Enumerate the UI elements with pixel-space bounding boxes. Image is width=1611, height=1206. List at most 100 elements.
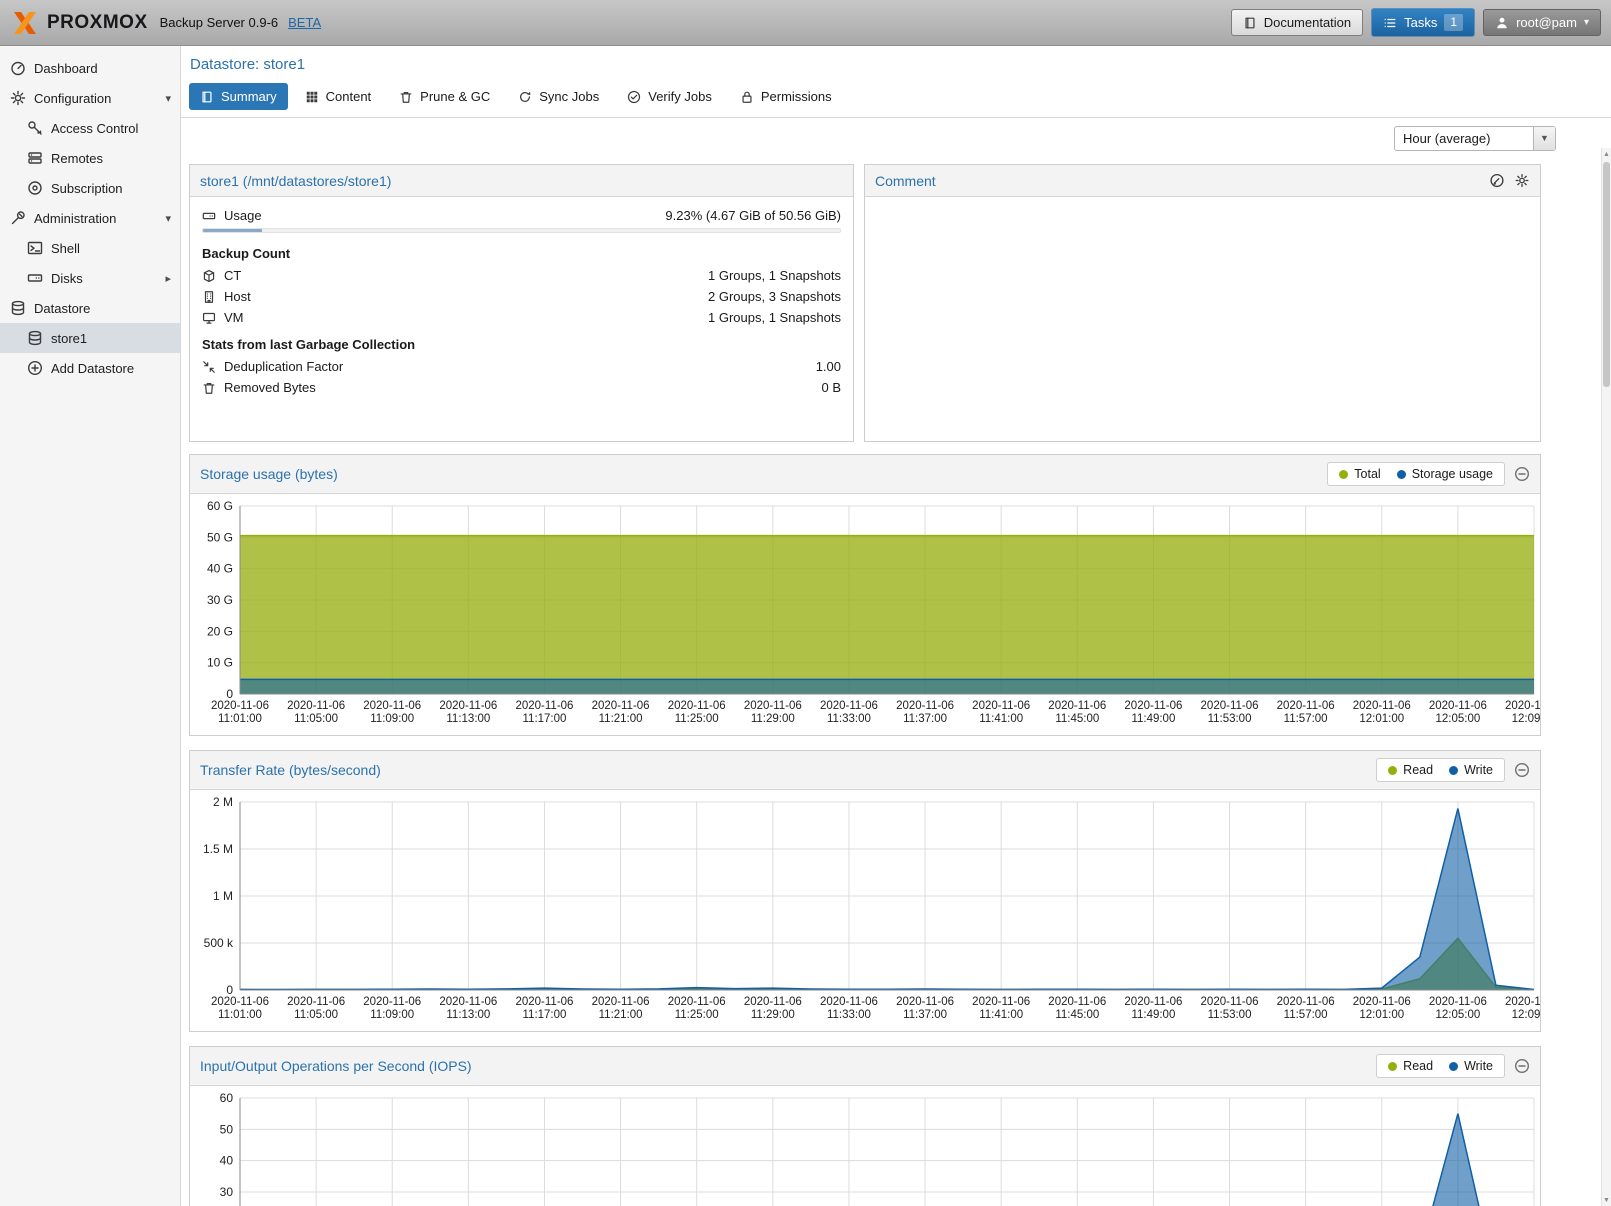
tab-content[interactable]: Content	[294, 83, 383, 110]
host-label: Host	[224, 289, 251, 304]
chart-legend: Read Write	[1376, 1054, 1505, 1078]
legend-item-read[interactable]: Read	[1388, 1059, 1433, 1073]
chart-plot: 0500 k1 M1.5 M2 M2020-11-0611:01:002020-…	[190, 790, 1540, 1031]
svg-text:11:29:00: 11:29:00	[751, 713, 795, 725]
documentation-button[interactable]: Documentation	[1231, 9, 1363, 36]
panel-body: Usage 9.23% (4.67 GiB of 50.56 GiB) Back…	[190, 197, 853, 406]
sidebar-item-disks[interactable]: Disks ▸	[0, 263, 180, 293]
svg-text:11:41:00: 11:41:00	[979, 713, 1023, 725]
tasks-button[interactable]: Tasks 1	[1371, 8, 1475, 37]
legend-item-write[interactable]: Write	[1449, 763, 1493, 777]
key-icon	[27, 120, 43, 136]
svg-text:2020-11-06: 2020-11-06	[439, 700, 497, 712]
svg-text:2020-11-06: 2020-11-06	[1429, 996, 1487, 1008]
legend-item-total[interactable]: Total	[1339, 467, 1380, 481]
svg-text:11:17:00: 11:17:00	[523, 1009, 567, 1021]
svg-text:11:13:00: 11:13:00	[446, 1009, 490, 1021]
svg-text:11:37:00: 11:37:00	[903, 1009, 947, 1021]
sidebar-item-access-control[interactable]: Access Control	[0, 113, 180, 143]
svg-text:11:09:00: 11:09:00	[370, 1009, 414, 1021]
sidebar-item-add-datastore[interactable]: Add Datastore	[0, 353, 180, 383]
timeframe-select[interactable]: Hour (average) ▼	[1394, 126, 1556, 151]
scroll-down-icon[interactable]: ▼	[1602, 1194, 1611, 1206]
vertical-scrollbar[interactable]: ▲ ▼	[1601, 148, 1611, 1206]
hdd-icon	[202, 209, 216, 223]
chart-toolbar: Hour (average) ▼	[181, 118, 1556, 158]
legend-item-write[interactable]: Write	[1449, 1059, 1493, 1073]
tab-label: Permissions	[761, 89, 832, 104]
svg-text:2020-11-06: 2020-11-06	[1201, 996, 1259, 1008]
comment-content[interactable]	[865, 197, 1540, 213]
panel-tools	[1489, 173, 1530, 188]
brand-text: PROXMOX	[47, 12, 148, 34]
chart-legend: Read Write	[1376, 758, 1505, 782]
user-icon	[1495, 16, 1509, 30]
sidebar-item-datastore[interactable]: Datastore	[0, 293, 180, 323]
ct-value: 1 Groups, 1 Snapshots	[708, 268, 841, 283]
svg-text:2020-11-06: 2020-11-06	[515, 996, 573, 1008]
usage-row: Usage 9.23% (4.67 GiB of 50.56 GiB)	[202, 205, 841, 226]
sidebar-item-subscription[interactable]: Subscription	[0, 173, 180, 203]
svg-text:11:41:00: 11:41:00	[979, 1009, 1023, 1021]
server-icon	[27, 150, 43, 166]
scroll-up-icon[interactable]: ▲	[1602, 148, 1611, 160]
backup-count-header: Backup Count	[202, 237, 841, 265]
topbar: PROXMOX Backup Server 0.9-6 BETA Documen…	[0, 0, 1611, 46]
scrollbar-thumb[interactable]	[1603, 162, 1610, 387]
svg-text:2020-11-06: 2020-11-06	[363, 700, 421, 712]
svg-text:2020-11-06: 2020-11-06	[1429, 700, 1487, 712]
collapse-icon[interactable]	[1514, 762, 1530, 778]
sync-icon	[518, 90, 532, 104]
svg-text:1.5 M: 1.5 M	[203, 842, 233, 856]
tab-label: Prune & GC	[420, 89, 490, 104]
svg-text:60 G: 60 G	[207, 500, 233, 513]
ct-label: CT	[224, 268, 241, 283]
tab-sync-jobs[interactable]: Sync Jobs	[507, 83, 610, 110]
tab-permissions[interactable]: Permissions	[729, 83, 843, 110]
sidebar-item-shell[interactable]: Shell	[0, 233, 180, 263]
legend-item-read[interactable]: Read	[1388, 763, 1433, 777]
sidebar-item-remotes[interactable]: Remotes	[0, 143, 180, 173]
svg-text:11:21:00: 11:21:00	[599, 713, 643, 725]
edit-icon[interactable]	[1489, 173, 1505, 188]
svg-text:500 k: 500 k	[204, 936, 234, 950]
tab-prune-gc[interactable]: Prune & GC	[388, 83, 501, 110]
collapse-icon[interactable]	[1514, 1058, 1530, 1074]
subscription-icon	[27, 180, 43, 196]
svg-text:0: 0	[226, 687, 233, 701]
host-value: 2 Groups, 3 Snapshots	[708, 289, 841, 304]
sidebar-item-dashboard[interactable]: Dashboard	[0, 53, 180, 83]
trash-icon	[202, 381, 216, 395]
collapse-icon[interactable]	[1514, 466, 1530, 482]
combo-trigger[interactable]: ▼	[1533, 127, 1555, 150]
gears-icon	[10, 90, 26, 106]
sidebar-item-label: Configuration	[34, 91, 157, 106]
legend-label: Write	[1464, 763, 1493, 777]
tab-summary[interactable]: Summary	[189, 83, 288, 110]
svg-text:2 M: 2 M	[213, 796, 233, 809]
sidebar-item-administration[interactable]: Administration ▾	[0, 203, 180, 233]
user-menu-button[interactable]: root@pam ▾	[1483, 9, 1601, 36]
sidebar-item-label: Dashboard	[34, 61, 171, 76]
dedup-value: 1.00	[816, 359, 841, 374]
svg-text:11:53:00: 11:53:00	[1208, 713, 1252, 725]
book-icon	[1243, 16, 1257, 30]
chart-plot: 01020304050602020-11-0611:01:002020-11-0…	[190, 1086, 1540, 1206]
chevron-down-icon: ▼	[1540, 133, 1549, 143]
wrench-icon	[10, 210, 26, 226]
svg-text:11:37:00: 11:37:00	[903, 713, 947, 725]
panel-title: Transfer Rate (bytes/second)	[200, 762, 1376, 778]
svg-text:2020-11-06: 2020-11-06	[287, 996, 345, 1008]
gear-icon[interactable]	[1514, 173, 1530, 188]
sidebar-item-label: store1	[51, 331, 171, 346]
beta-link[interactable]: BETA	[288, 15, 321, 30]
usage-progressbar	[202, 228, 841, 233]
svg-text:11:57:00: 11:57:00	[1284, 713, 1328, 725]
sidebar-item-store1[interactable]: store1	[0, 323, 180, 353]
svg-text:10 G: 10 G	[207, 656, 233, 670]
tab-verify-jobs[interactable]: Verify Jobs	[616, 83, 723, 110]
tab-label: Summary	[221, 89, 277, 104]
sidebar-item-configuration[interactable]: Configuration ▾	[0, 83, 180, 113]
sidebar-item-label: Shell	[51, 241, 171, 256]
legend-item-storage-usage[interactable]: Storage usage	[1397, 467, 1493, 481]
